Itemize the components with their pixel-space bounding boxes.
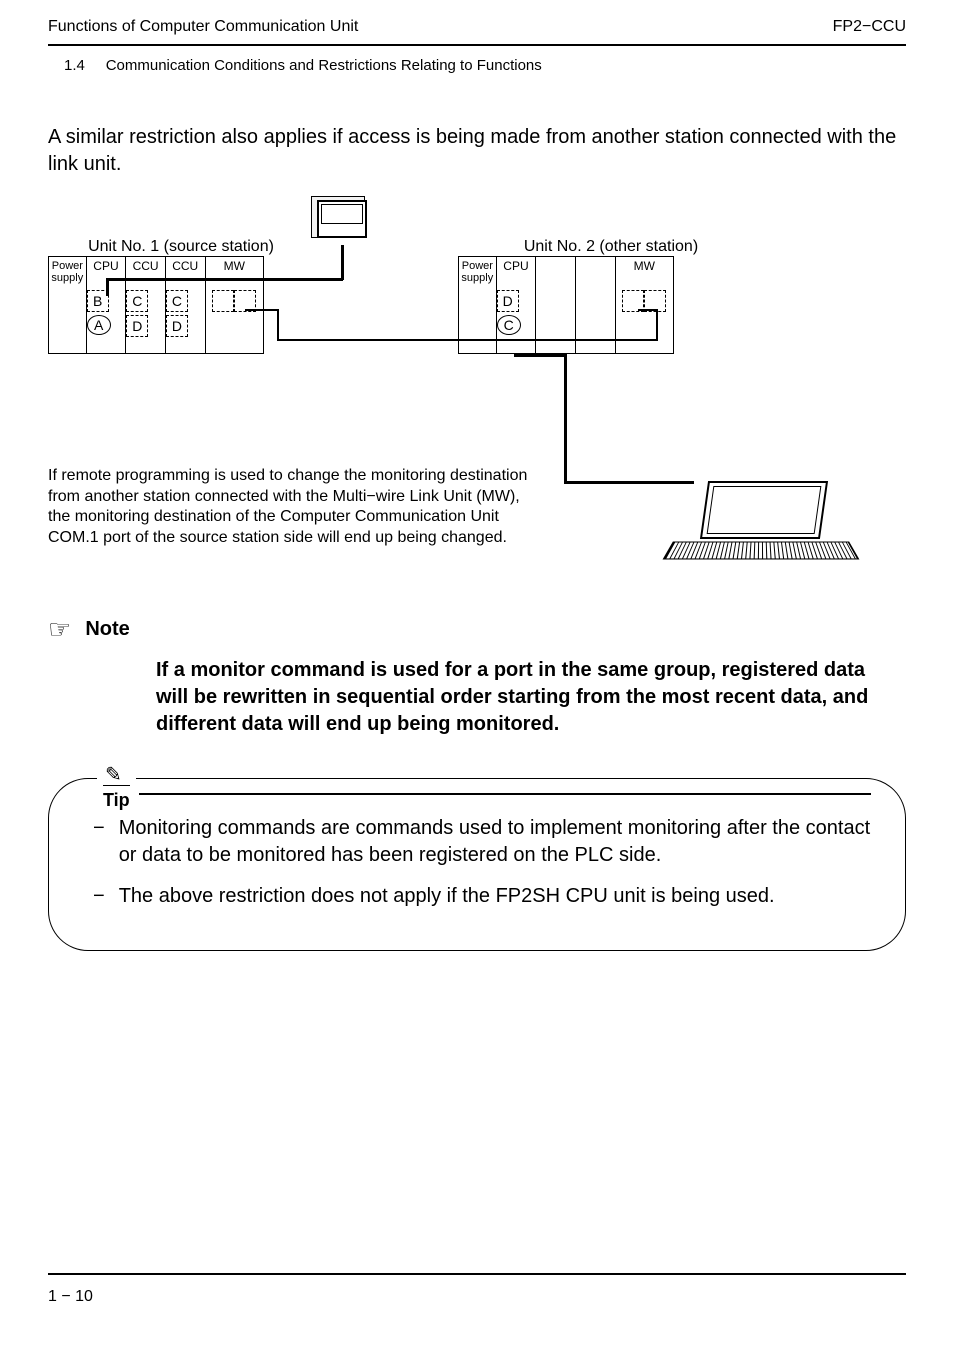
wire	[656, 309, 658, 341]
box-mark	[212, 290, 234, 312]
tip-list: −Monitoring commands are commands used t…	[93, 815, 875, 910]
unit2-label: Unit No. 2 (other station)	[496, 236, 726, 258]
dash-icon: −	[93, 815, 105, 869]
dash-icon: −	[93, 883, 105, 910]
slot-label: CPU	[93, 260, 118, 273]
header-left: Functions of Computer Communication Unit	[48, 16, 358, 38]
tip-rule	[139, 793, 871, 795]
slot-label: CCU	[172, 260, 198, 273]
slot-label: Power supply	[459, 260, 496, 284]
diagram-caption: If remote programming is used to change …	[48, 466, 538, 549]
tip-item: −Monitoring commands are commands used t…	[93, 815, 875, 869]
unit-slot: CPUBA	[87, 257, 127, 353]
section-title: Communication Conditions and Restriction…	[106, 57, 542, 74]
wire	[277, 339, 658, 341]
section-number: 1.4	[64, 57, 85, 74]
unit-slot: CCU CD	[126, 257, 166, 353]
wire	[245, 309, 279, 311]
tip-block: ✎ Tip −Monitoring commands are commands …	[48, 778, 906, 951]
slot-label: CCU	[133, 260, 159, 273]
wire	[638, 309, 658, 311]
wire	[277, 309, 279, 341]
note-block: ☞ Note If a monitor command is used for …	[48, 612, 906, 738]
tip-title: Tip	[103, 785, 130, 812]
slot-label: MW	[634, 260, 655, 273]
unit-slot: CCU CD	[166, 257, 206, 353]
box-mark: D	[126, 315, 148, 337]
tip-item-text: Monitoring commands are commands used to…	[119, 815, 875, 869]
slot-label	[594, 260, 597, 273]
intro-paragraph: A similar restriction also applies if ac…	[48, 124, 906, 178]
header-right: FP2−CCU	[833, 16, 906, 38]
oval-mark: A	[87, 315, 111, 335]
box-mark: C	[126, 290, 148, 312]
slot-label: CPU	[503, 260, 528, 273]
oval-mark: C	[497, 315, 521, 335]
tip-item-text: The above restriction does not apply if …	[119, 883, 775, 910]
slot-label: MW	[224, 260, 245, 273]
tip-item: −The above restriction does not apply if…	[93, 883, 875, 910]
section-subheader: 1.4 Communication Conditions and Restric…	[64, 56, 906, 76]
page-footer: 1 − 10	[48, 1273, 906, 1308]
system-diagram: Unit No. 1 (source station) Power supply…	[48, 196, 906, 576]
wire	[341, 245, 344, 280]
pointing-hand-icon: ☞	[48, 612, 71, 647]
footer-rule	[48, 1273, 906, 1275]
slot-label	[554, 260, 557, 273]
box-mark: D	[497, 290, 519, 312]
header-rule	[48, 44, 906, 46]
pencil-icon: ✎	[105, 765, 122, 785]
slot-label: Power supply	[49, 260, 86, 284]
page-number: 1 − 10	[48, 1288, 93, 1305]
programming-terminal-icon	[311, 196, 375, 246]
wire	[564, 354, 567, 484]
note-title: Note	[85, 616, 129, 643]
note-body: If a monitor command is used for a port …	[156, 657, 876, 738]
wire	[514, 354, 564, 357]
unit1-frame: Power supplyCPUBA CCU CD CCU CD MW	[48, 256, 264, 354]
unit-slot: MW	[206, 257, 263, 353]
laptop-icon	[668, 481, 858, 576]
box-mark: C	[166, 290, 188, 312]
wire	[106, 278, 343, 281]
unit-slot: Power supply	[49, 257, 87, 353]
box-mark: D	[166, 315, 188, 337]
unit1-label: Unit No. 1 (source station)	[66, 236, 296, 258]
